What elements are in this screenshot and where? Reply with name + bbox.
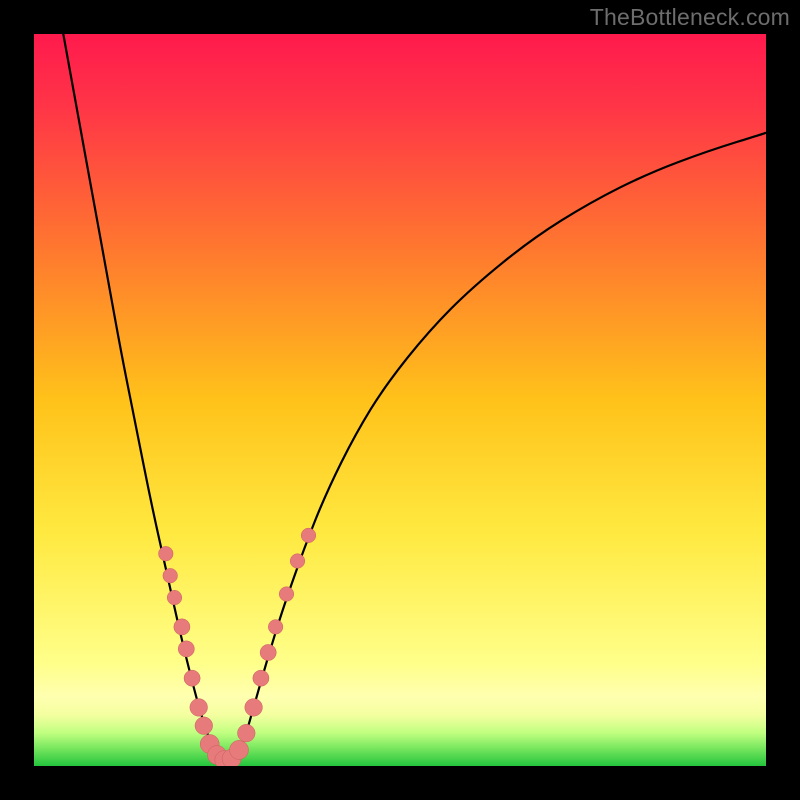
chart-svg [34, 34, 766, 766]
data-dot [279, 587, 294, 602]
data-dot [195, 717, 213, 735]
data-dot [238, 724, 256, 742]
data-dot [178, 641, 194, 657]
data-dot [268, 620, 283, 635]
data-dot [163, 568, 178, 583]
data-dot [245, 699, 263, 717]
data-dot [167, 590, 182, 605]
data-dot [159, 546, 174, 561]
data-dot [290, 554, 305, 569]
data-dot [184, 670, 200, 686]
data-dot [190, 699, 208, 717]
data-dot [260, 644, 276, 660]
chart-frame: TheBottleneck.com [0, 0, 800, 800]
data-dot [301, 528, 316, 543]
plot-area [34, 34, 766, 766]
gradient-bg [34, 34, 766, 766]
data-dot [230, 740, 249, 759]
data-dot [174, 619, 190, 635]
data-dot [253, 670, 269, 686]
watermark-text: TheBottleneck.com [590, 4, 790, 31]
